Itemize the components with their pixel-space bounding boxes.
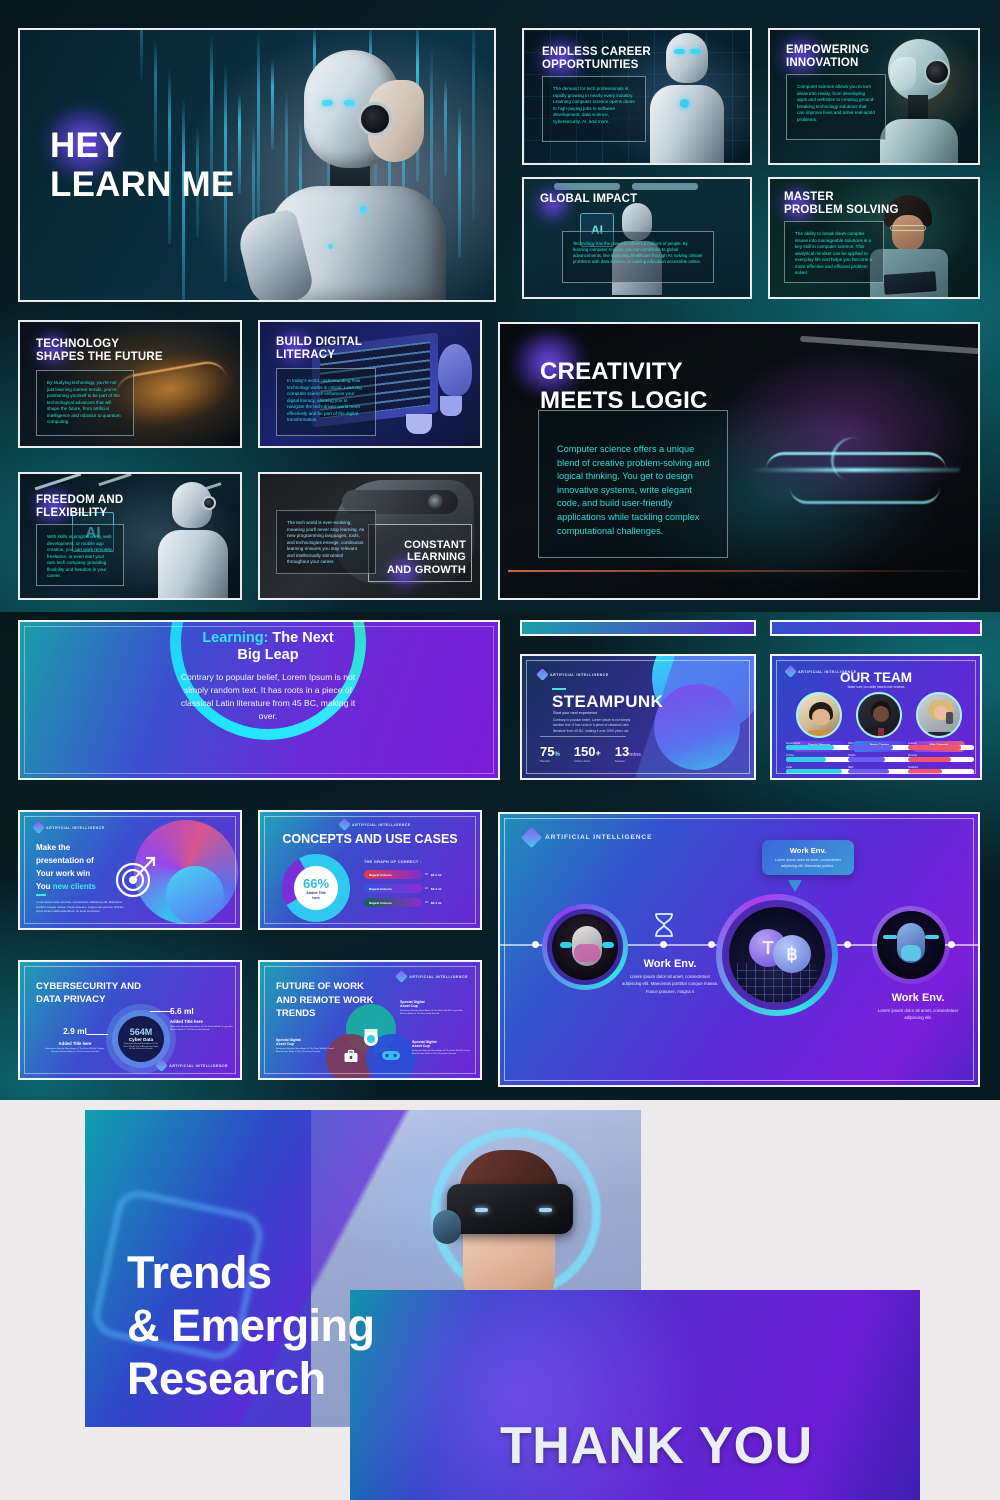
hero-title: HEY LEARN ME [50,126,234,204]
slide-strip-top-left[interactable] [520,620,756,636]
slide-title: TECHNOLOGY SHAPES THE FUTURE [36,338,163,363]
thank-you-title: THANK YOU [500,1417,813,1475]
slide-steampunk[interactable]: ARTIFICIAL INTELLIGENCE STEAMPUNK Start … [520,654,756,780]
slide-cybersecurity-data-privacy[interactable]: CYBERSECURITY AND DATA PRIVACY 564M Cybe… [18,960,242,1080]
plant-leaf [438,344,472,396]
slide-thank-you[interactable]: THANK YOU [350,1290,920,1500]
title-line1: Trends [127,1246,272,1298]
slide-title: CREATIVITY MEETS LOGIC [540,358,708,416]
slide-body: In today's world, understanding how tech… [276,368,376,436]
plant-pot [440,396,462,416]
title-line3: Research [127,1352,326,1404]
robot-illustration [638,30,734,163]
slide-build-digital-literacy[interactable]: BUILD DIGITAL LITERACY In today's world,… [258,320,482,448]
slide-title: GLOBAL IMPACT [540,193,638,205]
slide-constant-learning[interactable]: The tech world is ever-evolving, meaning… [258,472,482,600]
robot-illustration [146,480,238,598]
slide-master-problem-solving[interactable]: MASTER PROBLEM SOLVING The ability to br… [768,177,980,299]
slide-win-new-clients[interactable]: ARTIFICIAL INTELLIGENCE Make the present… [18,810,242,930]
slide-future-of-work[interactable]: ARTIFICIAL INTELLIGENCE FUTURE OF WORK A… [258,960,482,1080]
slide-ai-workflow[interactable]: ARTIFICIAL INTELLIGENCE Work Env. Lorem … [498,812,980,1087]
slide-endless-career[interactable]: ENDLESS CAREER OPPORTUNITIES The demand … [522,28,752,165]
slide-hero[interactable]: HEY LEARN ME [18,28,496,302]
slide-learning-next-big-leap[interactable]: Learning: The Next Big Leap Contrary to … [18,620,500,780]
slide-body: Technology has the power to influence mi… [562,231,714,283]
slide-strip-top-right[interactable] [770,620,982,636]
slide-body: By studying technology, you're not just … [36,370,134,436]
slide-global-impact[interactable]: AI GLOBAL IMPACT Technology has the powe… [522,177,752,299]
slide-body: With skills in programming, web developm… [36,524,124,586]
slide-title: ENDLESS CAREER OPPORTUNITIES [542,46,651,71]
title-line2: MEETS LOGIC [540,386,708,414]
floor-line [508,570,978,572]
slide-creativity-meets-logic[interactable]: CREATIVITY MEETS LOGIC Computer science … [498,322,980,600]
slide-title: CONSTANT LEARNING AND GROWTH [387,539,466,576]
slide-body: The demand for tech professionals is rap… [542,76,646,142]
slide-freedom-flexibility[interactable]: AI FREEDOM AND FLEXIBILITY With skills i… [18,472,242,600]
slide-body: The tech world is ever-evolving, meaning… [276,510,376,574]
slide-title: FREEDOM AND FLEXIBILITY [36,494,124,519]
slide-title: EMPOWERING INNOVATION [786,44,870,69]
robot-illustration [234,38,472,300]
title-line2: & Emerging [127,1299,375,1351]
slide-title: Trends & Emerging Research [127,1246,375,1405]
title-line1: CREATIVITY [540,358,683,385]
slide-our-team[interactable]: ARTIFICIAL INTELLIGENCE OUR TEAM Make su… [770,654,982,780]
hero-title-line1: HEY [50,126,123,165]
slide-empowering-innovation[interactable]: EMPOWERING INNOVATION Computer science a… [768,28,980,165]
neon-light-trails [750,432,960,514]
hero-title-line2: LEARN ME [50,165,235,205]
slide-body: Computer science offers a unique blend o… [538,410,728,558]
coffee-cup [406,414,432,434]
slide-title: BUILD DIGITAL LITERACY [276,336,363,361]
slide-concepts-use-cases[interactable]: ARTIFICIAL INTELLIGENCE CONCEPTS AND USE… [258,810,482,930]
slide-body: The ability to break down complex issues… [784,221,884,283]
slide-body: Computer science allows you to turn idea… [786,74,886,140]
slide-technology-shapes-future[interactable]: TECHNOLOGY SHAPES THE FUTURE By studying… [18,320,242,448]
slide-title: MASTER PROBLEM SOLVING [784,191,899,216]
